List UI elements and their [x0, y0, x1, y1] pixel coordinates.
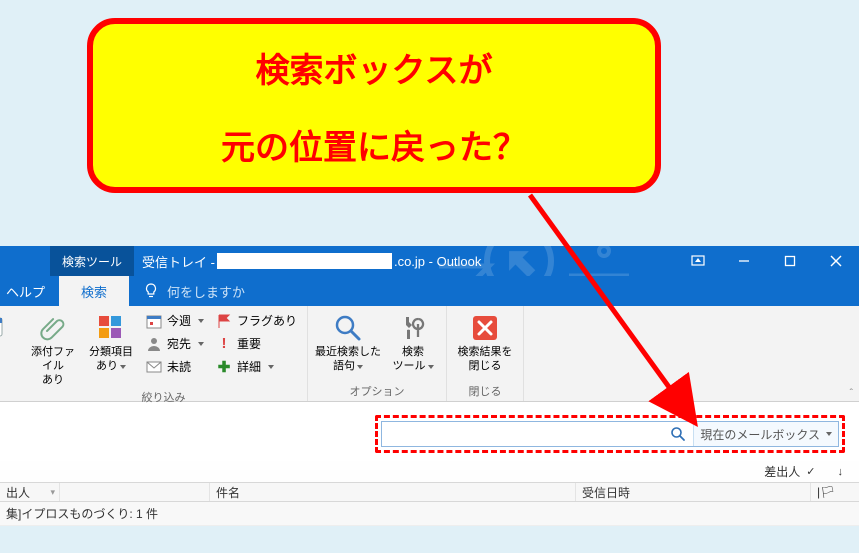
group-header-text: 集]イプロスものづくり: 1 件 — [6, 507, 158, 521]
search-row: 現在のメールボックス — [0, 402, 859, 461]
minimize-button[interactable] — [721, 246, 767, 276]
envelope-icon — [146, 359, 162, 375]
categorized-button[interactable]: 分類項目あり — [84, 308, 138, 374]
callout-line-1: 検索ボックスが — [256, 43, 493, 92]
search-tools-button[interactable]: 検索ツール — [386, 308, 440, 374]
window-title: 受信トレイ - .co.jp - Outlook — [134, 246, 675, 276]
search-box: 現在のメールボックス — [381, 421, 839, 447]
close-x-icon — [469, 312, 501, 344]
search-box-highlight: 現在のメールボックス — [375, 415, 845, 453]
title-prefix: 受信トレイ - — [142, 252, 215, 271]
collapse-ribbon-button[interactable]: ˆ — [850, 388, 853, 399]
tell-me-box[interactable]: 何をしますか — [129, 276, 259, 306]
close-button[interactable] — [813, 246, 859, 276]
flag-icon — [216, 313, 232, 329]
outlook-window: 検索ツール 受信トレイ - .co.jp - Outlook ヘルプ 検索 — [0, 246, 859, 526]
ribbon-group-refine: 添付ファイルあり 分類項目あり 今週 — [20, 306, 308, 401]
person-icon — [146, 336, 162, 352]
column-from[interactable]: 出人▾ — [0, 483, 60, 501]
group-label-close: 閉じる — [453, 381, 517, 401]
title-suffix: .co.jp - Outlook — [394, 254, 481, 269]
tab-help[interactable]: ヘルプ — [0, 276, 59, 306]
group-label-options: オプション — [314, 381, 440, 401]
ribbon: 名 添付ファイルあり — [0, 306, 859, 402]
plus-icon: ✚ — [216, 359, 232, 375]
tab-search[interactable]: 検索 — [59, 276, 129, 306]
magnifier-icon — [670, 426, 686, 442]
sort-check-icon: ✓ — [806, 465, 815, 478]
partial-button[interactable]: 名 — [0, 308, 14, 360]
maximize-button[interactable] — [767, 246, 813, 276]
column-spacer[interactable] — [60, 483, 210, 501]
important-button[interactable]: ! 重要 — [212, 335, 301, 352]
contextual-tab-search-tools[interactable]: 検索ツール — [50, 246, 134, 276]
has-attachments-button[interactable]: 添付ファイルあり — [26, 308, 80, 387]
sort-by-label: 差出人 — [764, 463, 800, 480]
recent-searches-button[interactable]: 最近検索した語句 — [314, 308, 382, 374]
content-area: 現在のメールボックス 差出人 ✓ ↓ 出人▾ 件名 受信日時 |🏳 集]イプロス… — [0, 402, 859, 526]
categories-icon — [95, 312, 127, 344]
annotation-callout: 検索ボックスが 元の位置に戻った？ — [87, 18, 661, 193]
column-subject[interactable]: 件名 — [210, 483, 576, 501]
search-input[interactable] — [382, 422, 663, 446]
ribbon-group-partial: 名 — [0, 306, 20, 401]
ribbon-display-options-button[interactable] — [675, 246, 721, 276]
column-flag[interactable]: |🏳 — [811, 483, 859, 501]
message-group-header[interactable]: 集]イプロスものづくり: 1 件 — [0, 502, 859, 526]
window-controls — [675, 246, 859, 276]
callout-line-2: 元の位置に戻った？ — [221, 120, 527, 169]
column-received[interactable]: 受信日時 — [576, 483, 811, 501]
important-icon: ! — [216, 336, 232, 352]
search-scope-dropdown[interactable]: 現在のメールボックス — [693, 422, 838, 446]
ribbon-group-close: 検索結果を閉じる 閉じる — [447, 306, 524, 401]
column-headers: 出人▾ 件名 受信日時 |🏳 — [0, 482, 859, 502]
magnifier-icon — [332, 312, 364, 344]
sort-direction-icon: ↓ — [838, 466, 844, 478]
sort-row[interactable]: 差出人 ✓ ↓ — [0, 461, 859, 482]
close-search-button[interactable]: 検索結果を閉じる — [453, 308, 517, 374]
flagged-button[interactable]: フラグあり — [212, 312, 301, 329]
redacted-account — [217, 253, 392, 269]
tools-icon — [397, 312, 429, 344]
more-button[interactable]: ✚ 詳細 — [212, 358, 301, 375]
tell-me-label: 何をしますか — [167, 282, 245, 301]
calendar-icon — [146, 313, 162, 329]
ribbon-group-options: 最近検索した語句 検索ツール オプション — [308, 306, 447, 401]
sent-to-button[interactable]: 宛先 — [142, 335, 208, 352]
title-bar: 検索ツール 受信トレイ - .co.jp - Outlook — [0, 246, 859, 276]
this-week-button[interactable]: 今週 — [142, 312, 208, 329]
lightbulb-icon — [143, 283, 159, 299]
paperclip-icon — [37, 312, 69, 344]
unread-button[interactable]: 未読 — [142, 358, 208, 375]
search-submit-button[interactable] — [663, 422, 693, 446]
scope-label: 現在のメールボックス — [700, 426, 820, 443]
chevron-down-icon — [826, 432, 832, 436]
ribbon-tabs: ヘルプ 検索 何をしますか — [0, 276, 859, 306]
